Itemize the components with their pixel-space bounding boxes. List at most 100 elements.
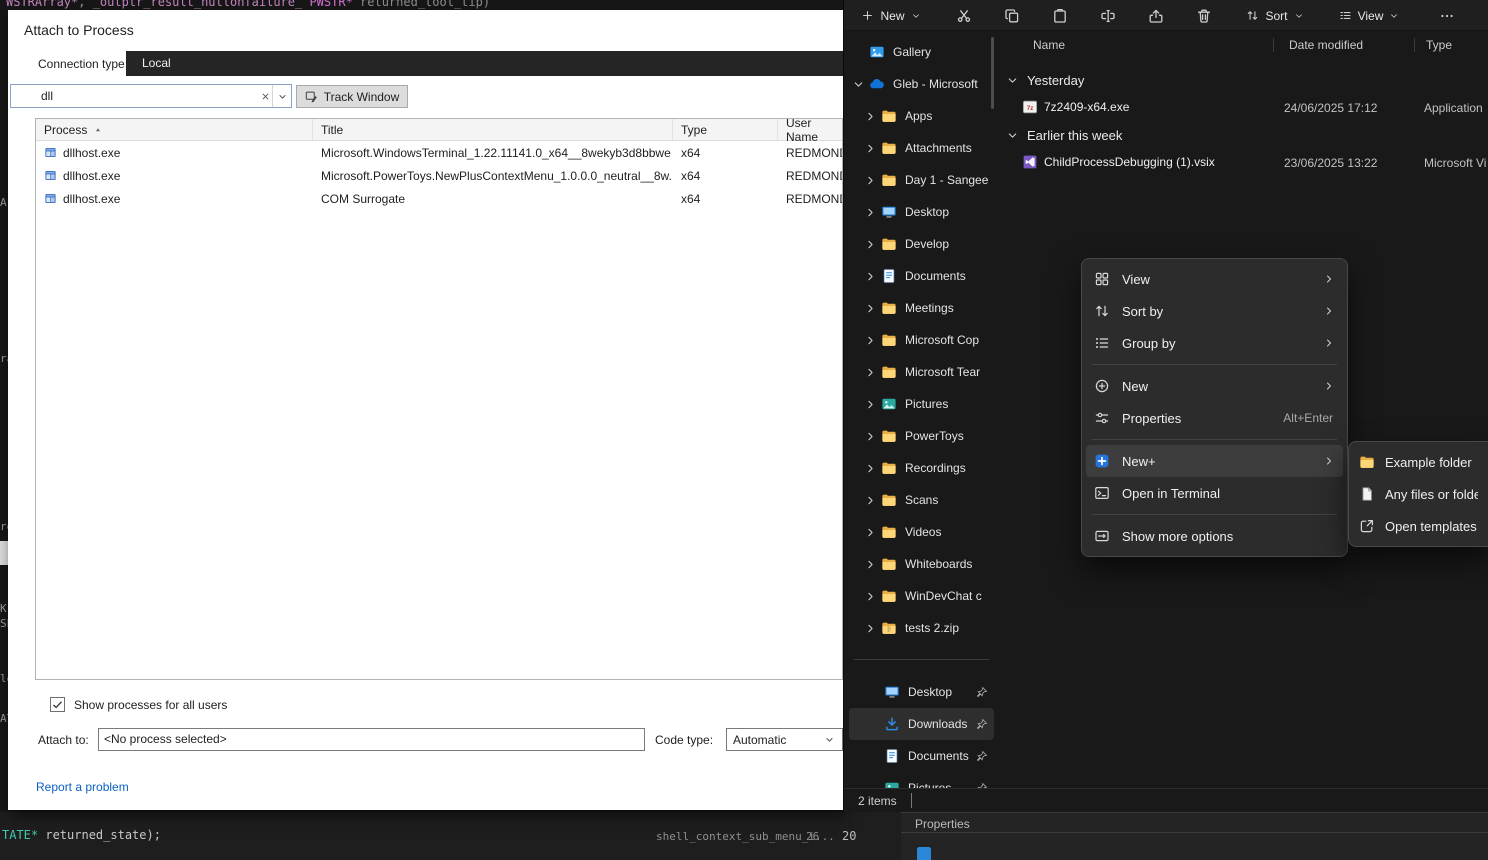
connection-type-select[interactable]: Local — [126, 51, 843, 76]
chevron-right-icon[interactable] — [864, 398, 877, 411]
new-button[interactable]: New — [854, 3, 928, 28]
table-row[interactable]: dllhost.exeMicrosoft.PowerToys.NewPlusCo… — [36, 164, 842, 187]
rename-button[interactable] — [1094, 3, 1122, 28]
chevron-right-icon[interactable] — [864, 590, 877, 603]
column-header-user-name[interactable]: User Name — [778, 119, 842, 140]
rename-icon — [1100, 8, 1116, 24]
column-header-type[interactable]: Type — [673, 119, 778, 140]
column-header-process[interactable]: Process — [36, 119, 313, 140]
show-all-users-checkbox[interactable] — [50, 697, 65, 712]
sidebar-item-day-1-sangee[interactable]: Day 1 - Sangee — [849, 164, 994, 196]
chevron-right-icon[interactable] — [864, 142, 877, 155]
group-header-earlier-this-week[interactable]: Earlier this week — [1000, 123, 1122, 147]
chevron-right-icon[interactable] — [864, 526, 877, 539]
sidebar-item-scans[interactable]: Scans — [849, 484, 994, 516]
filter-dropdown[interactable] — [272, 85, 291, 107]
table-row[interactable]: dllhost.exeCOM Surrogatex64REDMOND — [36, 187, 842, 210]
sidebar-item-apps[interactable]: Apps — [849, 100, 994, 132]
chevron-right-icon[interactable] — [864, 462, 877, 475]
column-header-type[interactable]: Type — [1426, 38, 1452, 52]
more-button[interactable] — [1432, 3, 1462, 28]
chevron-right-icon[interactable] — [864, 110, 877, 123]
delete-button[interactable] — [1190, 3, 1218, 28]
title-cell: Microsoft.PowerToys.NewPlusContextMenu_1… — [313, 164, 673, 187]
chevron-right-icon[interactable] — [864, 270, 877, 283]
track-window-button[interactable]: Track Window — [296, 85, 408, 108]
copy-button[interactable] — [998, 3, 1026, 28]
table-row[interactable]: dllhost.exeMicrosoft.WindowsTerminal_1.2… — [36, 141, 842, 164]
chevron-right-icon[interactable] — [864, 174, 877, 187]
file-row[interactable]: 7z7z2409-x64.exe24/06/2025 17:12Applicat… — [1000, 95, 1488, 119]
sidebar-item-powertoys[interactable]: PowerToys — [849, 420, 994, 452]
chevron-right-icon[interactable] — [864, 430, 877, 443]
chevron-right-icon[interactable] — [864, 206, 877, 219]
chevron-down-icon[interactable] — [1006, 129, 1019, 142]
screen: WSTRArray*, _outptr_result_nullonfailure… — [0, 0, 1488, 860]
column-header-name[interactable]: Name — [1033, 38, 1065, 52]
paste-button[interactable] — [1046, 3, 1074, 28]
code-line: TATE* returned_state); — [2, 828, 161, 842]
sidebar-item-documents[interactable]: Documents — [849, 740, 994, 772]
column-divider[interactable] — [1273, 38, 1274, 52]
code-type-select[interactable]: Automatic — [726, 728, 843, 751]
chevron-right-icon[interactable] — [864, 558, 877, 571]
sidebar-item-pictures[interactable]: Pictures — [849, 388, 994, 420]
chevron-down-icon[interactable] — [852, 78, 865, 91]
column-header-date-modified[interactable]: Date modified — [1289, 38, 1363, 52]
sidebar-item-pictures[interactable]: Pictures — [849, 772, 994, 788]
sidebar-item-windevchat-c[interactable]: WinDevChat c — [849, 580, 994, 612]
menu-item-show-more-options[interactable]: Show more options — [1082, 520, 1347, 552]
menu-item-sort-by[interactable]: Sort by — [1082, 295, 1347, 327]
sidebar-item-attachments[interactable]: Attachments — [849, 132, 994, 164]
chevron-down-icon[interactable] — [1006, 74, 1019, 87]
sidebar-item-gallery[interactable]: Gallery — [849, 36, 994, 68]
chevron-right-icon[interactable] — [864, 622, 877, 635]
process-filter-input[interactable]: dll — [10, 84, 292, 108]
onedrive-icon — [869, 76, 885, 92]
sidebar-item-desktop[interactable]: Desktop — [849, 196, 994, 228]
group-header-yesterday[interactable]: Yesterday — [1000, 68, 1084, 92]
share-button[interactable] — [1142, 3, 1170, 28]
sidebar-item-downloads[interactable]: Downloads — [849, 708, 994, 740]
menu-item-view[interactable]: View — [1082, 263, 1347, 295]
submenu-item-any-files-or-folde[interactable]: Any files or folde — [1349, 478, 1488, 510]
file-row[interactable]: ChildProcessDebugging (1).vsix23/06/2025… — [1000, 150, 1488, 174]
menu-item-group-by[interactable]: Group by — [1082, 327, 1347, 359]
sidebar-item-microsoft-cop[interactable]: Microsoft Cop — [849, 324, 994, 356]
copy-icon — [1004, 8, 1020, 24]
chevron-right-icon[interactable] — [864, 334, 877, 347]
sidebar-item-meetings[interactable]: Meetings — [849, 292, 994, 324]
clear-filter-icon[interactable] — [259, 90, 272, 103]
sidebar-item-tests-2-zip[interactable]: tests 2.zip — [849, 612, 994, 644]
scrollbar[interactable] — [991, 37, 994, 109]
menu-item-properties[interactable]: PropertiesAlt+Enter — [1082, 402, 1347, 434]
chevron-right-icon[interactable] — [864, 366, 877, 379]
sidebar-item-documents[interactable]: Documents — [849, 260, 994, 292]
submenu-item-open-templates[interactable]: Open templates — [1349, 510, 1488, 542]
code-lens-count[interactable]: 26 — [806, 830, 819, 843]
plus-icon — [861, 9, 874, 22]
column-header-title[interactable]: Title — [313, 119, 673, 140]
menu-item-new[interactable]: New — [1082, 370, 1347, 402]
submenu-item-example-folder[interactable]: Example folder — [1349, 446, 1488, 478]
view-button[interactable]: View — [1330, 3, 1408, 28]
cut-button[interactable] — [950, 3, 978, 28]
sidebar-item-recordings[interactable]: Recordings — [849, 452, 994, 484]
sort-button[interactable]: Sort — [1238, 3, 1312, 28]
chevron-right-icon[interactable] — [864, 302, 877, 315]
sidebar-item-videos[interactable]: Videos — [849, 516, 994, 548]
chevron-right-icon[interactable] — [864, 494, 877, 507]
attach-to-field[interactable]: <No process selected> — [98, 728, 645, 751]
sidebar-item-desktop[interactable]: Desktop — [849, 676, 994, 708]
sidebar-item-develop[interactable]: Develop — [849, 228, 994, 260]
chevron-right-icon[interactable] — [864, 238, 877, 251]
report-a-problem-link[interactable]: Report a problem — [36, 780, 129, 794]
column-divider[interactable] — [1414, 38, 1415, 52]
navigation-pane: GalleryGleb - MicrosoftAppsAttachmentsDa… — [844, 31, 999, 788]
sidebar-item-microsoft-tear[interactable]: Microsoft Tear — [849, 356, 994, 388]
menu-item-open-in-terminal[interactable]: Open in Terminal — [1082, 477, 1347, 509]
table-header: Process Title Type User Name — [36, 119, 842, 141]
sidebar-item-gleb-microsoft[interactable]: Gleb - Microsoft — [849, 68, 994, 100]
menu-item-new[interactable]: New+ — [1086, 445, 1343, 477]
sidebar-item-whiteboards[interactable]: Whiteboards — [849, 548, 994, 580]
